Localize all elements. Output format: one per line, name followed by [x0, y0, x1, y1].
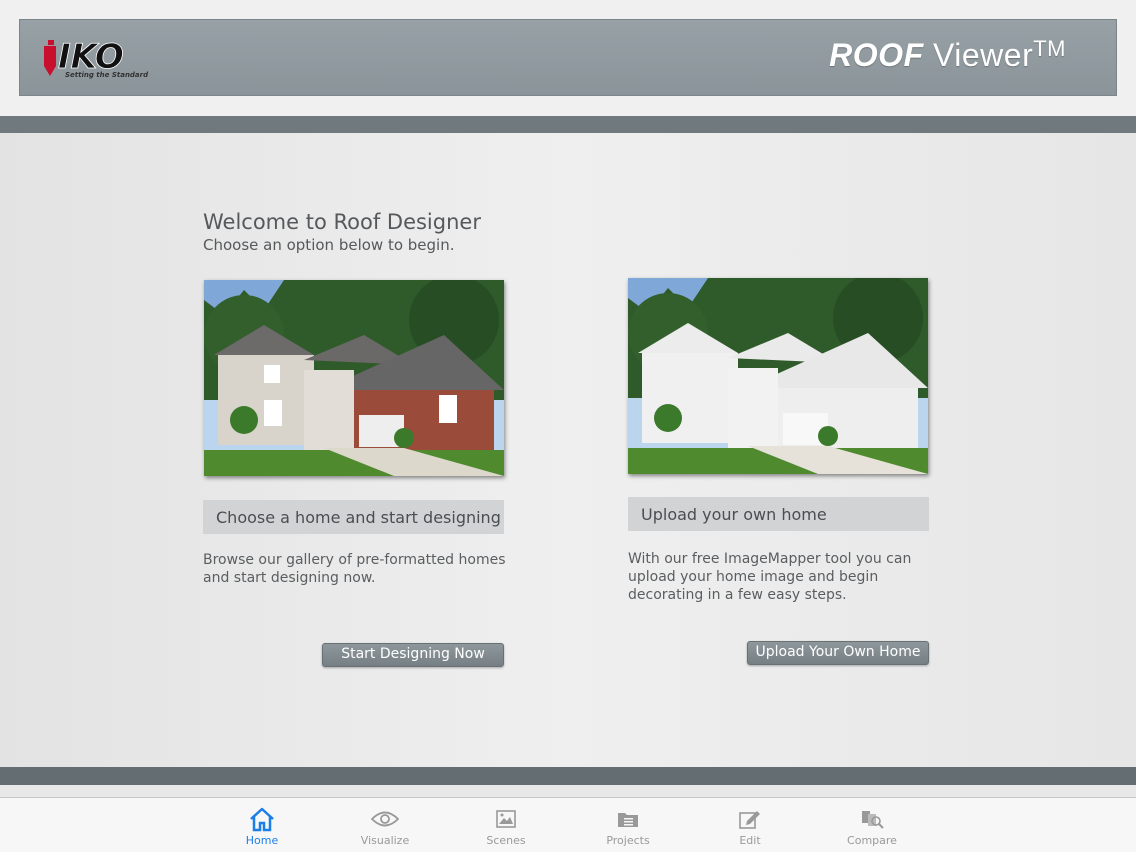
welcome-title: Welcome to Roof Designer: [203, 210, 481, 234]
card-desc-upload-home: With our free ImageMapper tool you can u…: [628, 551, 912, 603]
tab-compare-label: Compare: [847, 834, 897, 847]
card-label-upload-home: Upload your own home: [628, 497, 929, 531]
eye-icon: [371, 811, 399, 827]
header-bar: IKO Setting the Standard ROOF ViewerTM: [19, 19, 1117, 96]
edit-icon: [739, 811, 760, 829]
tab-home-label: Home: [245, 834, 279, 847]
tab-edit-label: Edit: [739, 834, 761, 847]
card-desc-choose-home: Browse our gallery of pre-formatted home…: [203, 552, 506, 586]
welcome-subtitle: Choose an option below to begin.: [203, 236, 455, 254]
tab-home[interactable]: Home: [222, 804, 302, 847]
bottom-divider-stripe: [0, 767, 1136, 785]
tab-projects-label: Projects: [606, 834, 650, 847]
card-label-choose-home: Choose a home and start designing: [203, 500, 504, 534]
tab-scenes-label: Scenes: [486, 834, 526, 847]
tab-bar: Home Visualize Scenes Projects Edit Comp…: [0, 797, 1136, 852]
tab-scenes[interactable]: Scenes: [466, 804, 546, 847]
top-divider-stripe: [0, 116, 1136, 133]
tab-visualize[interactable]: Visualize: [345, 804, 425, 847]
logo-tagline: Setting the Standard: [65, 71, 149, 79]
app-title: ROOF ViewerTM: [829, 36, 1066, 73]
main-content: [0, 133, 1136, 767]
tab-projects[interactable]: Projects: [588, 804, 668, 847]
compare-icon: [862, 811, 884, 829]
start-designing-button[interactable]: Start Designing Now: [322, 643, 504, 667]
gallery-home-photo[interactable]: [204, 280, 504, 476]
image-icon: [496, 810, 516, 828]
bottom-band: [0, 785, 1136, 797]
folder-icon: [618, 813, 638, 827]
tab-visualize-label: Visualize: [360, 834, 410, 847]
home-icon: [250, 807, 274, 832]
tab-edit[interactable]: Edit: [710, 804, 790, 847]
upload-own-home-button[interactable]: Upload Your Own Home: [747, 641, 929, 665]
tab-compare[interactable]: Compare: [832, 804, 912, 847]
upload-home-photo[interactable]: [628, 278, 928, 474]
